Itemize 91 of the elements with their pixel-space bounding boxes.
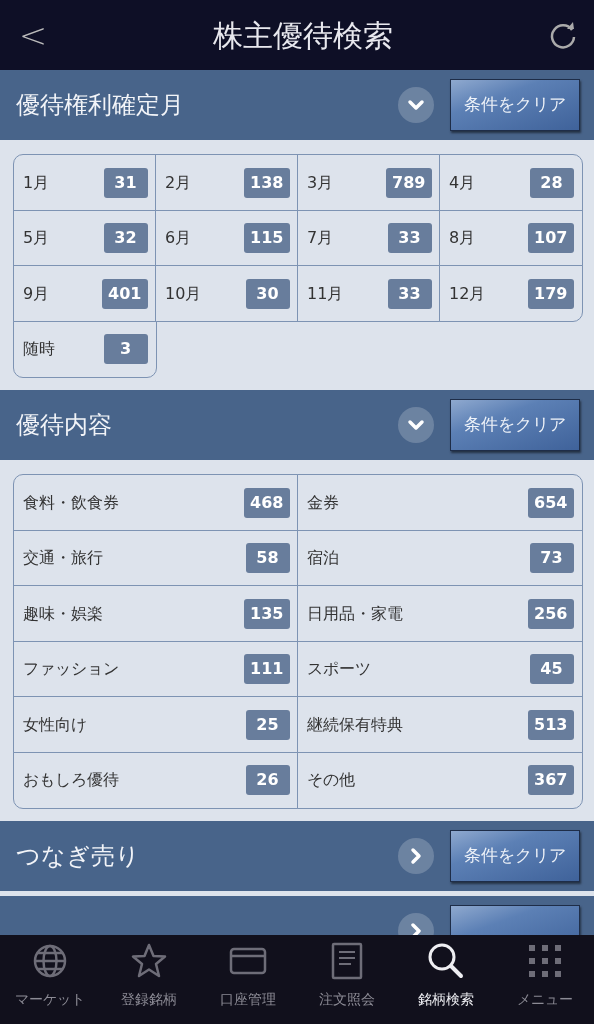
filter-cell[interactable]: 10月 30 xyxy=(155,265,299,322)
count-badge: 26 xyxy=(245,765,290,795)
count-badge: 513 xyxy=(528,709,574,740)
count-badge: 107 xyxy=(528,223,574,253)
count-badge: 367 xyxy=(528,765,574,795)
filter-label: 7月 xyxy=(307,227,335,249)
chevron-down-icon[interactable] xyxy=(398,407,434,443)
chevron-right-icon[interactable] xyxy=(398,838,434,874)
count-badge: 28 xyxy=(529,167,574,198)
count-badge: 138 xyxy=(244,167,290,198)
filter-label: 宿泊 xyxy=(307,547,340,569)
chevron-down-icon[interactable] xyxy=(398,87,434,123)
filter-label: スポーツ xyxy=(307,658,372,680)
count-badge: 179 xyxy=(528,278,574,309)
filter-label: ファッション xyxy=(23,658,120,680)
filter-cell[interactable]: 宿泊 73 xyxy=(297,529,583,587)
nav-tab[interactable]: 口座管理 xyxy=(198,935,297,1024)
filter-label: 1月 xyxy=(23,171,51,194)
count-badge: 654 xyxy=(528,487,574,518)
filter-label: 食料・飲食券 xyxy=(23,491,120,514)
count-badge: 32 xyxy=(103,223,148,253)
count-badge: 33 xyxy=(387,278,432,309)
filter-label: 2月 xyxy=(165,171,193,194)
filter-cell[interactable]: 9月 401 xyxy=(13,265,157,322)
count-badge: 58 xyxy=(245,543,290,573)
filter-label: おもしろ優待 xyxy=(23,769,120,791)
filter-label: 11月 xyxy=(307,282,345,305)
clear-button[interactable]: 条件をクリア xyxy=(450,79,580,131)
nav-tab[interactable]: 注文照会 xyxy=(297,935,396,1024)
filter-label: 日用品・家電 xyxy=(307,602,404,625)
count-badge: 256 xyxy=(528,598,574,629)
filter-cell[interactable]: 8月 107 xyxy=(439,209,583,267)
filter-label: 8月 xyxy=(449,227,477,249)
filter-label: 交通・旅行 xyxy=(23,547,104,569)
filter-cell[interactable]: 4月 28 xyxy=(439,154,583,211)
count-badge: 468 xyxy=(244,487,290,518)
filter-cell[interactable]: 2月 138 xyxy=(155,154,299,211)
filter-cell[interactable]: 11月 33 xyxy=(297,265,441,322)
filter-label: 随時 xyxy=(23,338,56,360)
filter-label: 6月 xyxy=(165,227,193,249)
filter-cell[interactable]: その他 367 xyxy=(297,751,583,809)
refresh-icon[interactable] xyxy=(548,20,578,50)
section-header[interactable]: 優待権利確定月 条件をクリア xyxy=(0,70,594,140)
filter-cell[interactable]: 金券 654 xyxy=(297,474,583,531)
nav-tab[interactable]: マーケット xyxy=(0,935,99,1024)
filter-label: 10月 xyxy=(165,282,203,305)
nav-tab[interactable]: 登録銘柄 xyxy=(99,935,198,1024)
filter-cell[interactable]: 女性向け 25 xyxy=(13,696,299,753)
filter-label: 12月 xyxy=(449,282,487,305)
filter-label: 4月 xyxy=(449,171,477,194)
filter-cell[interactable]: 1月 31 xyxy=(13,154,157,211)
page-title: 株主優待検索 xyxy=(212,16,394,55)
filter-label: 趣味・娯楽 xyxy=(23,602,104,625)
count-badge: 135 xyxy=(244,598,290,629)
count-badge: 45 xyxy=(529,654,574,684)
filter-cell[interactable]: 随時 3 xyxy=(13,320,157,378)
filter-cell[interactable]: 趣味・娯楽 135 xyxy=(13,585,299,642)
clear-button[interactable]: 条件をクリア xyxy=(450,830,580,882)
filter-label: 9月 xyxy=(23,282,51,305)
filter-cell[interactable]: 継続保有特典 513 xyxy=(297,696,583,753)
count-badge: 33 xyxy=(387,223,432,253)
count-badge: 25 xyxy=(245,709,290,740)
filter-label: 5月 xyxy=(23,227,51,249)
filter-cell[interactable]: 12月 179 xyxy=(439,265,583,322)
clear-button[interactable]: 条件をクリア xyxy=(450,399,580,451)
count-badge: 30 xyxy=(245,278,290,309)
section-header[interactable]: つなぎ売り 条件をクリア xyxy=(0,821,594,891)
filter-cell[interactable]: 3月 789 xyxy=(297,154,441,211)
section-title: 優待内容 xyxy=(16,410,113,441)
count-badge: 115 xyxy=(244,223,290,253)
count-badge: 3 xyxy=(103,334,148,364)
filter-label: 金券 xyxy=(307,491,340,514)
section-title: つなぎ売り xyxy=(16,841,141,872)
count-badge: 73 xyxy=(529,543,574,573)
filter-cell[interactable]: 日用品・家電 256 xyxy=(297,585,583,642)
filter-cell[interactable]: 食料・飲食券 468 xyxy=(13,474,299,531)
filter-label: 女性向け xyxy=(23,713,88,736)
nav-tab[interactable]: メニュー xyxy=(495,935,594,1024)
filter-cell[interactable]: スポーツ 45 xyxy=(297,640,583,698)
count-badge: 31 xyxy=(103,167,148,198)
section-header[interactable]: 優待内容 条件をクリア xyxy=(0,390,594,460)
filter-label: 3月 xyxy=(307,171,335,194)
back-button[interactable]: < xyxy=(8,17,58,53)
count-badge: 789 xyxy=(386,167,432,198)
filter-label: 継続保有特典 xyxy=(307,713,404,736)
count-badge: 111 xyxy=(244,654,290,684)
filter-label: その他 xyxy=(307,769,356,791)
count-badge: 401 xyxy=(102,278,148,309)
filter-cell[interactable]: おもしろ優待 26 xyxy=(13,751,299,809)
nav-tab[interactable]: 銘柄検索 xyxy=(396,935,495,1024)
section-title: 優待権利確定月 xyxy=(16,90,185,121)
